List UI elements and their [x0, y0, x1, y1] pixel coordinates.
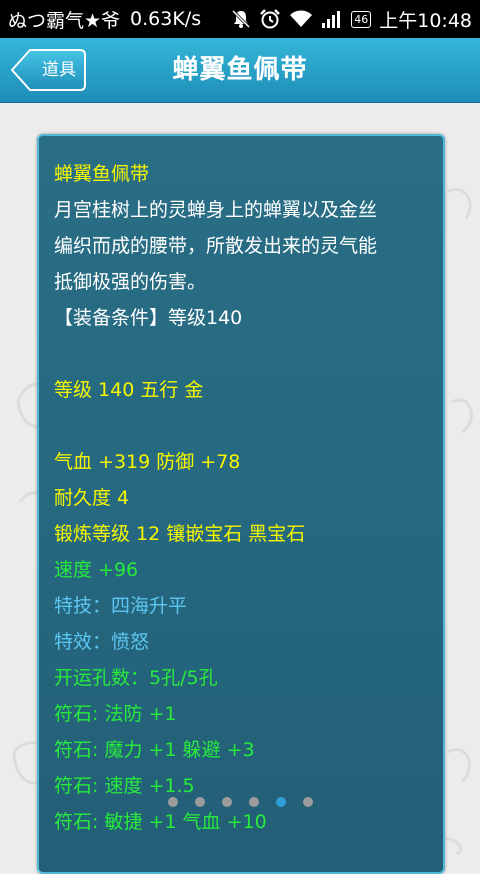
item-attribute-line: 气血 +319 防御 +78 [54, 451, 241, 473]
item-attribute-line: 符石: 魔力 +1 躲避 +3 [54, 739, 255, 761]
clock: 上午10:48 [379, 9, 472, 32]
title-bar: 道具 蝉翼鱼佩带 [0, 38, 480, 103]
notification-off-icon [231, 9, 251, 29]
signal-icon [321, 9, 343, 29]
wifi-icon [289, 9, 313, 29]
page-dot[interactable] [276, 797, 286, 807]
item-attribute-line: 符石: 法防 +1 [54, 703, 177, 725]
page-dot[interactable] [168, 797, 178, 807]
item-detail-card: 蝉翼鱼佩带月宫桂树上的灵蝉身上的蝉翼以及金丝 编织而成的腰带，所散发出来的灵气能抵… [37, 134, 445, 874]
item-attribute-line: 特技：四海升平 [54, 595, 188, 617]
item-attribute-line: 锻炼等级 12 镶嵌宝石 黑宝石 [54, 523, 306, 545]
item-attribute-line: 编织而成的腰带，所散发出来的灵气能 [54, 235, 378, 257]
item-description: 蝉翼鱼佩带月宫桂树上的灵蝉身上的蝉翼以及金丝 编织而成的腰带，所散发出来的灵气能抵… [54, 156, 433, 840]
status-bar: ぬつ霸气★爷 0.63K/s 46 上午10:48 [0, 0, 480, 38]
item-name: 蝉翼鱼佩带 [54, 163, 150, 185]
item-attribute-line: 特效：愤怒 [54, 631, 150, 653]
page-title: 蝉翼鱼佩带 [172, 55, 308, 85]
item-attribute-line: 等级 140 五行 金 [54, 379, 204, 401]
item-attribute-line: 符石: 敏捷 +1 气血 +10 [54, 811, 267, 833]
alarm-icon [259, 8, 281, 30]
status-user-text: ぬつ霸气★爷 [8, 9, 121, 32]
item-attribute-line: 开运孔数：5孔/5孔 [54, 667, 218, 689]
page-dot[interactable] [195, 797, 205, 807]
item-attribute-line: 速度 +96 [54, 559, 139, 581]
page-indicator [168, 797, 313, 807]
network-type-badge: 46 [351, 10, 372, 28]
page-dot[interactable] [303, 797, 313, 807]
item-attribute-line: 耐久度 4 [54, 487, 130, 509]
item-attribute-line: 【装备条件】等级140 [54, 307, 243, 329]
page-dot[interactable] [249, 797, 259, 807]
network-speed: 0.63K/s [130, 8, 202, 30]
item-attribute-line: 月宫桂树上的灵蝉身上的蝉翼以及金丝 [54, 199, 378, 221]
page-dot[interactable] [222, 797, 232, 807]
item-attribute-line: 抵御极强的伤害。 [54, 271, 207, 293]
